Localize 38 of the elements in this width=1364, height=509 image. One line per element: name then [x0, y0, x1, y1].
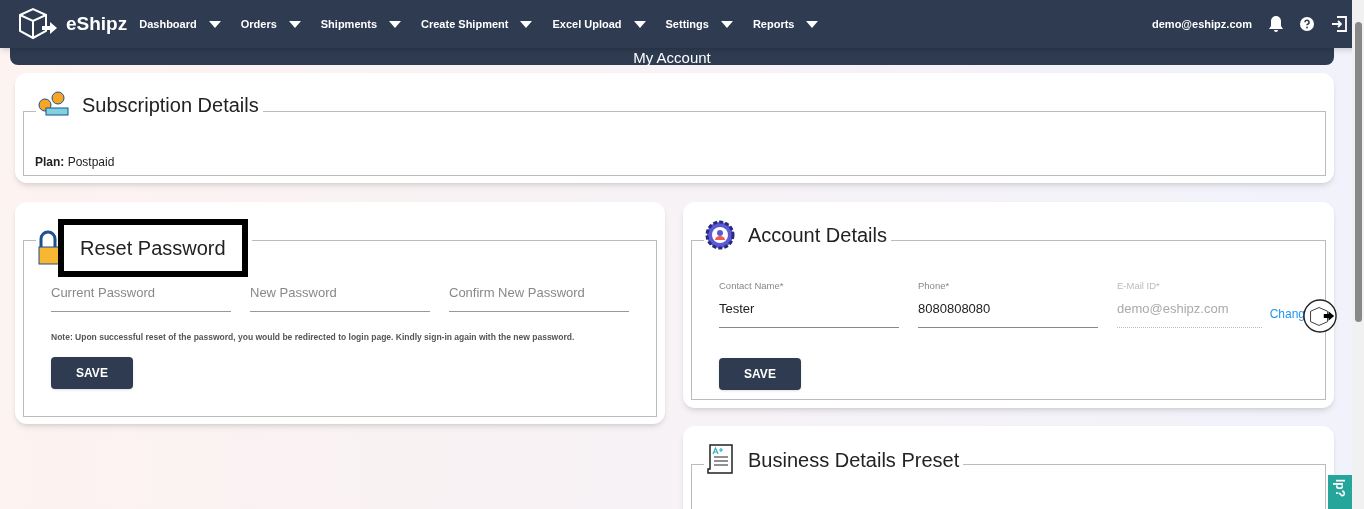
password-field[interactable]: Confirm New Password	[449, 283, 629, 312]
nav-menu[interactable]: Excel Upload	[552, 15, 646, 33]
save-button[interactable]: SAVE	[51, 357, 133, 390]
floating-box-icon[interactable]	[1303, 299, 1337, 333]
brand-name: eShipz	[66, 11, 128, 36]
caret-icon	[633, 20, 646, 28]
nav-menu[interactable]: Orders	[240, 15, 301, 33]
nav-menu[interactable]: Dashboard	[139, 15, 221, 33]
nav-menu[interactable]: Settings	[665, 15, 733, 33]
field-label: Contact Name*	[719, 279, 785, 293]
plan-text: Plan: Postpaid	[35, 155, 115, 169]
page-title: My Account	[633, 50, 711, 65]
caret-icon	[720, 20, 733, 28]
logout-icon[interactable]	[1330, 15, 1348, 33]
bell-icon[interactable]	[1268, 15, 1284, 33]
section-title: Business Details Preset	[748, 448, 960, 473]
text-field[interactable]: Tester	[719, 299, 899, 328]
section-title: Subscription Details	[82, 93, 259, 118]
password-field[interactable]: New Password	[250, 283, 430, 312]
nav-menu[interactable]: Shipments	[320, 15, 401, 33]
caret-icon	[389, 20, 401, 28]
field-label: Phone*	[918, 279, 951, 293]
password-field[interactable]: Current Password	[51, 283, 231, 312]
box-arrow-logo-icon	[16, 7, 58, 41]
password-note: Note: Upon successful reset of the password, you would be redirected to login page. Kindly sign-in again with the new password.	[51, 330, 576, 344]
section-title: Account Details	[748, 223, 887, 248]
nav-menu[interactable]: Create Shipment	[421, 15, 533, 33]
save-button[interactable]: SAVE	[719, 357, 801, 390]
help-icon[interactable]	[1300, 17, 1314, 31]
caret-icon	[806, 20, 819, 28]
caret-icon	[208, 20, 221, 28]
caret-icon	[520, 20, 533, 28]
field-label: E-Mail ID*	[1117, 279, 1161, 293]
section-title: Reset Password	[58, 219, 248, 277]
user-email: demo@eshipz.com	[1152, 16, 1252, 32]
text-field[interactable]: 8080808080	[918, 299, 1098, 328]
caret-icon	[288, 20, 301, 28]
nav-menu[interactable]: Reports	[752, 15, 819, 33]
